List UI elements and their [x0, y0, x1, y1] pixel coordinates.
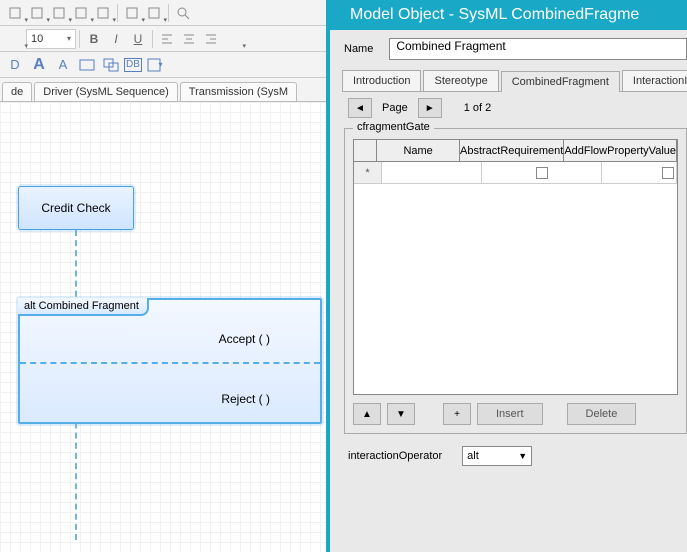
- font-family-dropdown[interactable]: ▾: [5, 29, 25, 49]
- properties-pane: Model Object - SysML CombinedFragme Name…: [330, 0, 687, 552]
- toolbar-font: ▾ 10 ▾ B I U ▾: [0, 26, 326, 52]
- font-color-icon[interactable]: ▾: [223, 29, 243, 49]
- name-input-value: Combined Fragment: [396, 39, 505, 53]
- page-label: Page: [382, 102, 408, 114]
- tab-de[interactable]: de: [2, 82, 32, 101]
- tab-introduction[interactable]: Introduction: [342, 70, 421, 91]
- toolbar-btn-3[interactable]: ▾: [49, 3, 69, 23]
- operand-reject[interactable]: Reject ( ): [221, 392, 270, 406]
- checkbox-icon[interactable]: [662, 167, 674, 179]
- combined-fragment[interactable]: alt Combined Fragment Accept ( ) Reject …: [18, 298, 322, 424]
- delete-button[interactable]: Delete: [567, 403, 637, 425]
- lifeline-label: Credit Check: [41, 201, 110, 215]
- grid-cell-abstractreq[interactable]: [482, 162, 602, 183]
- operator-select[interactable]: alt ▼: [462, 446, 532, 466]
- cfragmentgate-fieldset: cfragmentGate Name AbstractRequirement A…: [344, 128, 687, 434]
- italic-button[interactable]: I: [106, 29, 126, 49]
- tab-interaction[interactable]: InteractionI: [622, 70, 687, 91]
- dropdown-icon[interactable]: ▾: [144, 54, 166, 76]
- operator-value: alt: [467, 450, 479, 462]
- fragment-label: alt Combined Fragment: [18, 298, 149, 316]
- mode-d-button[interactable]: D: [4, 54, 26, 76]
- pager: ◄ Page ► 1 of 2: [348, 98, 687, 118]
- tab-combinedfragment[interactable]: CombinedFragment: [501, 71, 620, 92]
- align-right-icon[interactable]: [201, 29, 221, 49]
- grid-header-name[interactable]: Name: [377, 140, 460, 161]
- grid-header: Name AbstractRequirement AddFlowProperty…: [354, 140, 677, 162]
- font-size-select[interactable]: 10 ▾: [26, 29, 76, 49]
- page-next-button[interactable]: ►: [418, 98, 442, 118]
- grid-new-row[interactable]: *: [354, 162, 677, 184]
- grid-empty-area: [354, 184, 677, 394]
- font-size-value: 10: [31, 33, 43, 45]
- operand-accept[interactable]: Accept ( ): [219, 332, 270, 346]
- operator-label: interactionOperator: [348, 450, 442, 462]
- mode-a1-button[interactable]: A: [28, 54, 50, 76]
- toolbar-btn-4[interactable]: ▾: [71, 3, 91, 23]
- fragment-divider: [20, 362, 320, 364]
- properties-titlebar: Model Object - SysML CombinedFragme: [330, 0, 687, 30]
- fieldset-legend: cfragmentGate: [353, 121, 434, 133]
- operator-row: interactionOperator alt ▼: [348, 446, 687, 466]
- grid-cell-name[interactable]: [382, 162, 482, 183]
- properties-title: Model Object - SysML CombinedFragme: [350, 6, 639, 24]
- chevron-down-icon: ▼: [518, 451, 527, 461]
- zoom-icon[interactable]: [173, 3, 193, 23]
- mode-a2-button[interactable]: A: [52, 54, 74, 76]
- toolbar-btn-6[interactable]: ▾: [122, 3, 142, 23]
- name-input[interactable]: Combined Fragment: [389, 38, 687, 60]
- grid-header-selector[interactable]: [354, 140, 377, 161]
- align-left-icon[interactable]: [157, 29, 177, 49]
- bold-button[interactable]: B: [84, 29, 104, 49]
- overlap-icon[interactable]: [100, 54, 122, 76]
- grid-header-abstractreq[interactable]: AbstractRequirement: [460, 140, 564, 161]
- diagram-canvas[interactable]: Credit Check alt Combined Fragment Accep…: [0, 102, 326, 552]
- page-position: 1 of 2: [464, 102, 492, 114]
- move-up-button[interactable]: ▲: [353, 403, 381, 425]
- checkbox-icon[interactable]: [536, 167, 548, 179]
- add-button[interactable]: +: [443, 403, 471, 425]
- cfragmentgate-grid: Name AbstractRequirement AddFlowProperty…: [353, 139, 678, 395]
- rect-icon[interactable]: [76, 54, 98, 76]
- toolbar-top: ▾ ▾ ▾ ▾ ▾ ▾ ▾: [0, 0, 326, 26]
- properties-tabs: Introduction Stereotype CombinedFragment…: [342, 70, 687, 92]
- grid-cell-addflow[interactable]: [602, 162, 677, 183]
- toolbar-btn-5[interactable]: ▾: [93, 3, 113, 23]
- insert-button[interactable]: Insert: [477, 403, 543, 425]
- tab-stereotype[interactable]: Stereotype: [423, 70, 498, 91]
- tab-driver[interactable]: Driver (SysML Sequence): [34, 82, 178, 101]
- format-row: D A A DB ▾: [0, 52, 326, 78]
- toolbar-btn-2[interactable]: ▾: [27, 3, 47, 23]
- grid-button-row: ▲ ▼ + Insert Delete: [353, 403, 678, 425]
- tab-transmission[interactable]: Transmission (SysM: [180, 82, 297, 101]
- diagram-editor-pane: ▾ ▾ ▾ ▾ ▾ ▾ ▾ ▾ 10 ▾ B I U ▾: [0, 0, 330, 552]
- grid-row-selector[interactable]: *: [354, 162, 382, 183]
- name-label: Name: [344, 43, 373, 55]
- move-down-button[interactable]: ▼: [387, 403, 415, 425]
- diagram-tabs: de Driver (SysML Sequence) Transmission …: [0, 78, 326, 102]
- toolbar-btn-1[interactable]: ▾: [5, 3, 25, 23]
- page-prev-button[interactable]: ◄: [348, 98, 372, 118]
- grid-header-addflow[interactable]: AddFlowPropertyValue: [564, 140, 677, 161]
- underline-button[interactable]: U: [128, 29, 148, 49]
- db-icon[interactable]: DB: [124, 58, 142, 72]
- lifeline-credit-check[interactable]: Credit Check: [18, 186, 134, 230]
- toolbar-btn-7[interactable]: ▾: [144, 3, 164, 23]
- align-center-icon[interactable]: [179, 29, 199, 49]
